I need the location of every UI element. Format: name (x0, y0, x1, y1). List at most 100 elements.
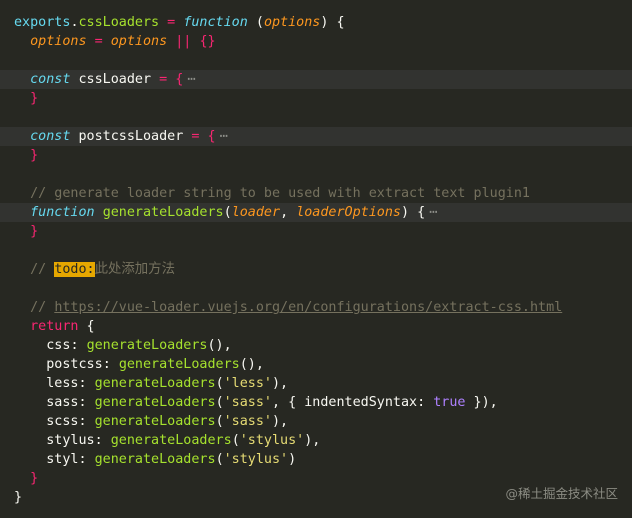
code-token: ( (215, 395, 224, 410)
code-line: options = options || {} (0, 32, 632, 51)
code-line: return { (0, 317, 632, 336)
code-line: function generateLoaders(loader, loaderO… (0, 203, 632, 222)
code-token: } (30, 148, 39, 163)
code-token: {} (199, 34, 216, 49)
code-token: (), (207, 338, 232, 353)
code-token: postcssLoader (78, 129, 184, 144)
code-token: loader (231, 205, 281, 220)
code-token: : (78, 395, 95, 410)
code-token: = (183, 129, 208, 144)
code-token: css (46, 338, 71, 353)
code-token: 'stylus' (223, 452, 289, 467)
code-line: } (0, 89, 632, 108)
code-token: }), (465, 395, 498, 410)
code-token: ( (231, 433, 240, 448)
code-token: const (30, 129, 71, 144)
code-token: ) (288, 452, 297, 467)
code-token: { (207, 129, 216, 144)
code-token: , (280, 205, 297, 220)
code-token: , { (272, 395, 305, 410)
code-token: ( (215, 414, 224, 429)
code-token: // generate loader string to be used wit… (30, 186, 530, 201)
code-token: { (175, 72, 184, 87)
code-line: const cssLoader = {⋯ (0, 70, 632, 89)
code-token: generateLoaders (86, 338, 208, 353)
fold-ellipsis-icon[interactable]: ⋯ (220, 129, 228, 144)
code-line: sass: generateLoaders('sass', { indented… (0, 393, 632, 412)
code-token: } (30, 471, 39, 486)
code-line: const postcssLoader = { ⋯ (0, 127, 632, 146)
code-token: less (46, 376, 79, 391)
code-token: return (30, 319, 79, 334)
code-token: cssLoader (78, 72, 152, 87)
code-token: : (417, 395, 434, 410)
watermark: @稀土掘金技术社区 (505, 486, 618, 501)
code-token: = (159, 15, 184, 30)
code-token: 'less' (223, 376, 272, 391)
code-token: 此处添加方法 (94, 262, 175, 277)
code-token: 'sass' (223, 414, 272, 429)
code-line: postcss: generateLoaders(), (0, 355, 632, 374)
code-line: // https://vue-loader.vuejs.org/en/confi… (0, 298, 632, 317)
code-line: exports.cssLoaders = function (options) … (0, 13, 632, 32)
code-editor[interactable]: exports.cssLoaders = function (options) … (0, 0, 632, 518)
code-token: loaderOptions (296, 205, 401, 220)
code-token: ( (215, 376, 224, 391)
code-token: : (78, 376, 95, 391)
code-token: ), (272, 376, 289, 391)
code-token: } (30, 224, 39, 239)
code-line: scss: generateLoaders('sass'), (0, 412, 632, 431)
code-token: ( (223, 205, 232, 220)
code-token: : (78, 452, 95, 467)
code-line: styl: generateLoaders('stylus') (0, 450, 632, 469)
code-line: less: generateLoaders('less'), (0, 374, 632, 393)
code-line: } (0, 146, 632, 165)
code-token: function (30, 205, 95, 220)
code-token: || (167, 34, 200, 49)
code-token: : (94, 433, 111, 448)
fold-ellipsis-icon[interactable]: ⋯ (429, 205, 437, 220)
code-token: generateLoaders (94, 452, 216, 467)
code-token: ( (247, 15, 264, 30)
code-token: : (78, 414, 95, 429)
code-token: { (78, 319, 95, 334)
code-token: styl (46, 452, 79, 467)
code-token: } (30, 91, 39, 106)
code-token: 'sass' (223, 395, 272, 410)
code-token: } (14, 490, 23, 505)
code-token: ) { (320, 15, 345, 30)
code-line: css: generateLoaders(), (0, 336, 632, 355)
code-token: sass (46, 395, 79, 410)
code-token: cssLoaders (78, 15, 160, 30)
code-token: stylus (46, 433, 95, 448)
code-token: generateLoaders (94, 414, 216, 429)
code-token: generateLoaders (102, 205, 224, 220)
code-token: todo: (54, 262, 95, 277)
code-token: // (30, 262, 55, 277)
code-token: generateLoaders (94, 395, 216, 410)
code-token: : (102, 357, 119, 372)
code-token: options (110, 34, 168, 49)
code-token: ), (272, 414, 289, 429)
code-token: . (70, 15, 79, 30)
code-token: 'stylus' (239, 433, 305, 448)
code-token: = (151, 72, 176, 87)
code-token: = (86, 34, 111, 49)
code-token: ), (304, 433, 321, 448)
code-token: https://vue-loader.vuejs.org/en/configur… (54, 300, 563, 315)
fold-ellipsis-icon[interactable]: ⋯ (187, 72, 195, 87)
code-token: options (30, 34, 87, 49)
code-token: scss (46, 414, 79, 429)
code-token: ( (215, 452, 224, 467)
code-token: true (433, 395, 466, 410)
code-line: } (0, 222, 632, 241)
code-token: indentedSyntax (304, 395, 418, 410)
code-token: generateLoaders (110, 433, 232, 448)
code-token: ) { (401, 205, 426, 220)
code-token: const (30, 72, 71, 87)
